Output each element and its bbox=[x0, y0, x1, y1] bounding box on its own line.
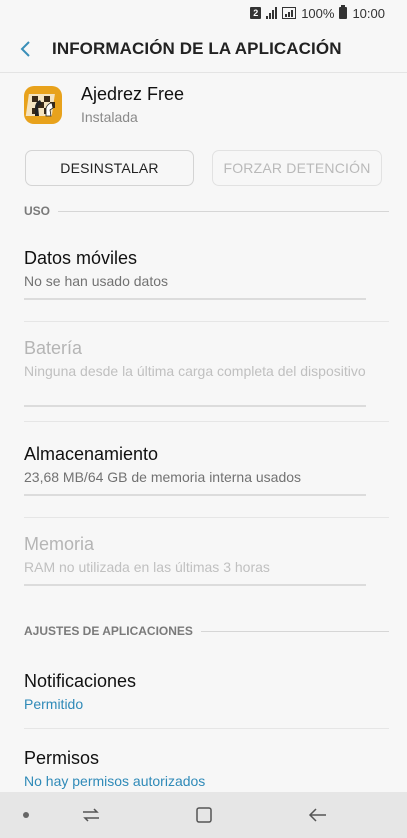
app-summary: Ajedrez Free Instalada bbox=[24, 84, 184, 125]
permissions-item[interactable]: Permisos No hay permisos autorizados bbox=[24, 748, 366, 790]
app-name: Ajedrez Free bbox=[81, 84, 185, 104]
uninstall-button[interactable]: DESINSTALAR bbox=[25, 150, 194, 186]
recent-apps-button[interactable] bbox=[76, 800, 106, 830]
section-header-app-settings: AJUSTES DE APLICACIONES bbox=[24, 624, 389, 638]
app-install-status: Instalada bbox=[81, 109, 138, 125]
app-bar: INFORMACIÓN DE LA APLICACIÓN bbox=[0, 26, 407, 72]
notifications-item[interactable]: Notificaciones Permitido bbox=[24, 671, 366, 713]
section-divider bbox=[58, 210, 389, 212]
notifications-title: Notificaciones bbox=[24, 671, 137, 691]
section-title-app-settings: AJUSTES DE APLICACIONES bbox=[24, 624, 193, 638]
recent-apps-icon bbox=[83, 808, 99, 822]
signal-icon bbox=[266, 7, 278, 19]
section-divider bbox=[200, 630, 389, 632]
chess-app-icon bbox=[24, 85, 62, 124]
storage-summary: 23,68 MB/64 GB de memoria interna usados bbox=[24, 469, 302, 485]
list-divider bbox=[24, 421, 389, 422]
memory-item[interactable]: Memoria RAM no utilizada en las últimas … bbox=[24, 534, 366, 576]
battery-title: Batería bbox=[24, 338, 83, 358]
memory-usage-bar bbox=[24, 584, 366, 586]
sim-badge: 2 bbox=[250, 7, 262, 19]
notifications-summary: Permitido bbox=[24, 696, 84, 712]
clock: 10:00 bbox=[352, 5, 385, 21]
section-title-usage: USO bbox=[24, 204, 51, 218]
keyboard-dot-icon[interactable] bbox=[23, 812, 29, 818]
page-title: INFORMACIÓN DE LA APLICACIÓN bbox=[52, 39, 342, 58]
battery-icon bbox=[339, 5, 348, 19]
back-button[interactable] bbox=[0, 26, 52, 72]
permissions-title: Permisos bbox=[24, 748, 100, 768]
battery-usage-bar bbox=[24, 405, 366, 407]
status-bar: 2 100% 10:00 bbox=[0, 0, 407, 26]
mobile-data-usage-bar bbox=[24, 298, 366, 300]
home-icon bbox=[196, 807, 212, 823]
nav-back-arrow-icon bbox=[308, 808, 326, 822]
back-arrow-icon bbox=[20, 41, 30, 57]
nav-back-button[interactable] bbox=[303, 800, 333, 830]
force-stop-button[interactable]: FORZAR DETENCIÓN bbox=[212, 150, 382, 186]
section-header-usage: USO bbox=[24, 204, 389, 218]
memory-title: Memoria bbox=[24, 534, 95, 554]
permissions-summary: No hay permisos autorizados bbox=[24, 773, 206, 789]
list-divider bbox=[24, 517, 389, 518]
storage-usage-bar bbox=[24, 494, 366, 496]
list-divider bbox=[24, 321, 389, 322]
storage-item[interactable]: Almacenamiento 23,68 MB/64 GB de memoria… bbox=[24, 444, 366, 486]
mobile-data-summary: No se han usado datos bbox=[24, 273, 168, 289]
memory-summary: RAM no utilizada en las últimas 3 horas bbox=[24, 559, 270, 575]
navigation-bar bbox=[0, 792, 407, 838]
mobile-data-title: Datos móviles bbox=[24, 248, 138, 268]
battery-summary: Ninguna desde la última carga completa d… bbox=[24, 363, 366, 379]
storage-title: Almacenamiento bbox=[24, 444, 159, 464]
mobile-data-item[interactable]: Datos móviles No se han usado datos bbox=[24, 248, 366, 290]
home-button[interactable] bbox=[189, 800, 219, 830]
battery-percent: 100% bbox=[301, 5, 335, 21]
signal-box-icon bbox=[282, 7, 297, 19]
header-divider bbox=[0, 72, 407, 73]
battery-item[interactable]: Batería Ninguna desde la última carga co… bbox=[24, 338, 366, 380]
list-divider bbox=[24, 728, 389, 729]
